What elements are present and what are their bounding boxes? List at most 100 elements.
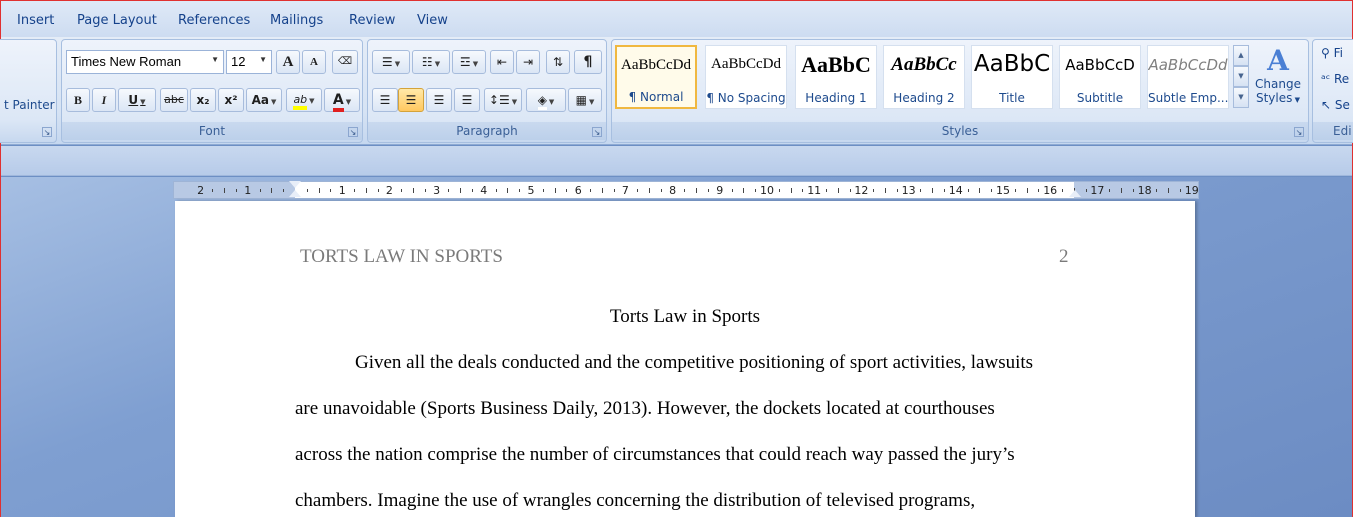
select-button[interactable]: ↖ Se bbox=[1321, 98, 1350, 112]
style-name: Heading 1 bbox=[805, 91, 867, 105]
chevron-down-icon: ▼ bbox=[259, 55, 267, 64]
right-indent-marker[interactable] bbox=[1069, 190, 1081, 197]
style-tile-normal[interactable]: AaBbCcDd ¶ Normal bbox=[615, 45, 697, 109]
ruler-tick bbox=[365, 188, 367, 193]
line-spacing-button[interactable]: ↕☰ ▼ bbox=[484, 88, 522, 112]
multilevel-list-button[interactable]: ☲ ▼ bbox=[452, 50, 486, 74]
ruler-tick bbox=[802, 189, 804, 192]
styles-launcher-icon[interactable]: ↘ bbox=[1294, 127, 1304, 137]
align-center-button[interactable]: ☰ bbox=[398, 88, 424, 112]
ruler-left-margin bbox=[174, 182, 295, 198]
decrease-indent-button[interactable]: ⇤ bbox=[490, 50, 514, 74]
subscript-button[interactable]: x₂ bbox=[190, 88, 216, 112]
find-button[interactable]: ⚲ Fi bbox=[1321, 46, 1343, 60]
font-color-button[interactable]: A ▼ bbox=[324, 88, 360, 112]
replace-button[interactable]: ᵃᶜ Re bbox=[1321, 72, 1349, 86]
style-sample: AaBbCc bbox=[891, 54, 957, 75]
font-launcher-icon[interactable]: ↘ bbox=[348, 127, 358, 137]
increase-indent-button[interactable]: ⇥ bbox=[516, 50, 540, 74]
first-line-indent-marker[interactable] bbox=[289, 181, 301, 188]
style-tile-no-spacing[interactable]: AaBbCcDd ¶ No Spacing bbox=[705, 45, 787, 109]
strikethrough-button[interactable]: abc bbox=[160, 88, 188, 112]
ruler-tick bbox=[967, 189, 969, 192]
ruler-number: 9 bbox=[716, 184, 724, 197]
horizontal-ruler[interactable]: 2 1 1 2 3 4 5 6 7 8 9 10 11 12 13 14 15 16 17 18 19 bbox=[173, 181, 1199, 199]
style-tile-subtitle[interactable]: AaBbCcD Subtitle bbox=[1059, 45, 1141, 109]
hanging-indent-marker[interactable] bbox=[289, 190, 301, 197]
document-page[interactable]: TORTS LAW IN SPORTS 2 Torts Law in Sport… bbox=[175, 201, 1195, 517]
justify-button[interactable]: ☰ bbox=[454, 88, 480, 112]
align-center-icon: ☰ bbox=[405, 93, 417, 107]
italic-button[interactable]: I bbox=[92, 88, 116, 112]
ruler-tick bbox=[1026, 188, 1028, 193]
tab-view[interactable]: View bbox=[417, 13, 448, 28]
show-marks-button[interactable]: ¶ bbox=[574, 50, 602, 74]
ruler-number: 18 bbox=[1137, 184, 1152, 197]
ruler-tick bbox=[212, 189, 214, 192]
gallery-scroll-up-icon[interactable]: ▲ bbox=[1233, 45, 1249, 66]
superscript-icon: x² bbox=[224, 93, 238, 107]
font-size-combo[interactable]: 12 ▼ bbox=[226, 50, 272, 74]
ruler-number: 1 bbox=[244, 184, 252, 197]
binoculars-icon: ⚲ bbox=[1321, 46, 1330, 60]
paragraph-launcher-icon[interactable]: ↘ bbox=[592, 127, 602, 137]
grow-font-button[interactable]: A bbox=[276, 50, 300, 74]
style-tile-heading-2[interactable]: AaBbCc Heading 2 bbox=[883, 45, 965, 109]
ruler-tick bbox=[507, 188, 509, 193]
numbering-button[interactable]: ☷ ▼ bbox=[412, 50, 450, 74]
highlight-button[interactable]: ab ▼ bbox=[286, 88, 322, 112]
shrink-font-icon: A bbox=[310, 56, 318, 68]
shrink-font-button[interactable]: A bbox=[302, 50, 326, 74]
ruler-number: 1 bbox=[338, 184, 346, 197]
style-tile-heading-1[interactable]: AaBbC Heading 1 bbox=[795, 45, 877, 109]
clipboard-launcher-icon[interactable]: ↘ bbox=[42, 127, 52, 137]
sort-button[interactable]: ⇅ bbox=[546, 50, 570, 74]
style-tile-subtle-emphasis[interactable]: AaBbCcDd Subtle Emp... bbox=[1147, 45, 1229, 109]
ruler-number: 11 bbox=[807, 184, 822, 197]
align-right-button[interactable]: ☰ bbox=[426, 88, 452, 112]
paragraph-group-label: Paragraph bbox=[368, 122, 606, 140]
tab-insert[interactable]: Insert bbox=[17, 13, 54, 28]
body-line: Given all the deals conducted and the co… bbox=[355, 352, 1034, 373]
change-styles-button[interactable]: A Change Styles ▼ bbox=[1253, 45, 1303, 119]
cursor-icon: ↖ bbox=[1321, 98, 1332, 112]
ruler-tick bbox=[920, 189, 922, 192]
bold-button[interactable]: B bbox=[66, 88, 90, 112]
style-tile-title[interactable]: AaBbC Title bbox=[971, 45, 1053, 109]
style-sample: AaBbCcDd bbox=[621, 57, 691, 73]
tab-review[interactable]: Review bbox=[349, 13, 395, 28]
bullets-button[interactable]: ☰ ▼ bbox=[372, 50, 410, 74]
ruler-tick bbox=[590, 189, 591, 192]
tab-page-layout[interactable]: Page Layout bbox=[77, 13, 157, 28]
change-case-button[interactable]: Aa ▼ bbox=[246, 88, 282, 112]
tab-mailings[interactable]: Mailings bbox=[270, 13, 323, 28]
ruler-tick bbox=[696, 188, 698, 193]
shading-button[interactable]: ◈ ▼ bbox=[526, 88, 566, 112]
format-painter-button[interactable]: t Painter bbox=[4, 98, 55, 112]
ruler-number: 7 bbox=[621, 184, 629, 197]
numbered-list-icon: ☷ bbox=[421, 55, 433, 69]
font-name-combo[interactable]: Times New Roman ▼ bbox=[66, 50, 224, 74]
borders-button[interactable]: ▦ ▼ bbox=[568, 88, 602, 112]
gallery-scroll: ▲ ▼ ▼ bbox=[1233, 45, 1249, 109]
ruler-number: 13 bbox=[901, 184, 916, 197]
align-left-button[interactable]: ☰ bbox=[372, 88, 398, 112]
superscript-button[interactable]: x² bbox=[218, 88, 244, 112]
align-right-icon: ☰ bbox=[433, 93, 445, 107]
italic-icon: I bbox=[101, 93, 107, 107]
underline-button[interactable]: U ▼ bbox=[118, 88, 156, 112]
clear-formatting-button[interactable]: ⌫ bbox=[332, 50, 358, 74]
border-icon: ▦ bbox=[575, 93, 587, 107]
ruler-tick bbox=[660, 189, 662, 192]
style-sample: AaBbC bbox=[801, 52, 871, 77]
gallery-scroll-down-icon[interactable]: ▼ bbox=[1233, 66, 1249, 87]
ruler-tick bbox=[413, 188, 414, 193]
gallery-more-icon[interactable]: ▼ bbox=[1233, 87, 1249, 108]
font-group: Times New Roman ▼ 12 ▼ A A ⌫ B I U ▼ abc … bbox=[61, 39, 363, 143]
ruler-number: 15 bbox=[996, 184, 1010, 197]
ruler-tick bbox=[896, 189, 898, 192]
underline-icon: U bbox=[128, 93, 139, 107]
tab-references[interactable]: References bbox=[178, 13, 250, 28]
style-name: ¶ No Spacing bbox=[706, 91, 786, 105]
ruler-tick bbox=[873, 189, 875, 192]
